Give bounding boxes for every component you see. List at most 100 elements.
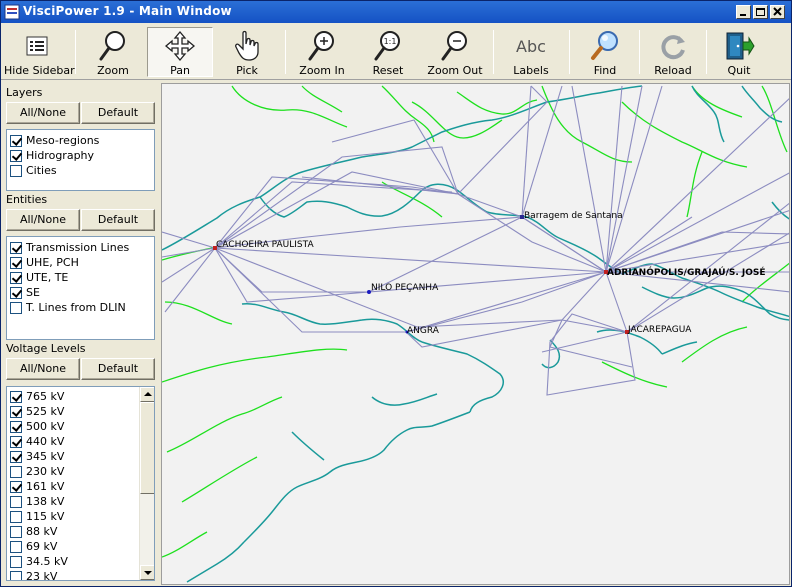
checkbox-item[interactable]: Cities bbox=[10, 163, 57, 178]
rivers-layer bbox=[162, 85, 789, 558]
checkbox-checked[interactable] bbox=[10, 134, 22, 147]
checkbox-item[interactable]: 88 kV bbox=[10, 524, 57, 539]
voltage-levels-list: 23 kV 34.5 kV 69 kV 88 kV 115 kV 138 kV 161 kV… bbox=[6, 386, 155, 581]
checkbox-unchecked[interactable] bbox=[10, 495, 22, 508]
window-title: VisciPower 1.9 - Main Window bbox=[23, 4, 232, 18]
map-label-jacarepagua[interactable]: JACAREPAGUA bbox=[627, 325, 692, 335]
pick-button[interactable]: Pick bbox=[214, 27, 280, 77]
entities-all-none-button[interactable]: All/None bbox=[6, 209, 80, 231]
checkbox-unchecked[interactable] bbox=[10, 465, 22, 478]
hide-sidebar-button[interactable]: Hide Sidebar bbox=[3, 27, 75, 77]
checkbox-item[interactable]: UTE, TE bbox=[10, 270, 68, 285]
checkbox-unchecked[interactable] bbox=[10, 164, 22, 177]
checkbox-item[interactable]: 34.5 kV bbox=[10, 554, 68, 569]
checkbox-label: UHE, PCH bbox=[26, 256, 79, 269]
svg-text:1:1: 1:1 bbox=[384, 37, 397, 46]
checkbox-item[interactable]: Transmission Lines bbox=[10, 240, 129, 255]
reload-button[interactable]: Reload bbox=[643, 27, 703, 77]
checkbox-item[interactable]: Hidrography bbox=[10, 148, 94, 163]
zoom-button[interactable]: Zoom bbox=[80, 27, 146, 77]
checkbox-unchecked[interactable] bbox=[10, 301, 22, 314]
voltage-all-none-button[interactable]: All/None bbox=[6, 358, 80, 380]
checkbox-label: 765 kV bbox=[26, 390, 65, 403]
checkbox-item[interactable]: Meso-regions bbox=[10, 133, 99, 148]
minimize-icon bbox=[740, 14, 746, 16]
checkbox-checked[interactable] bbox=[10, 435, 22, 448]
checkbox-checked[interactable] bbox=[10, 390, 22, 403]
labels-label: Labels bbox=[513, 64, 549, 77]
map-label-barragem[interactable]: Barragem de Santana bbox=[524, 211, 623, 221]
checkbox-checked[interactable] bbox=[10, 450, 22, 463]
move-arrows-icon bbox=[164, 30, 196, 62]
map-label-angra[interactable]: ANGRA bbox=[407, 326, 440, 336]
list-icon bbox=[26, 36, 48, 56]
close-icon bbox=[773, 7, 782, 16]
map-drawing[interactable]: CACHOEIRA PAULISTA Barragem de Santana A… bbox=[162, 84, 790, 585]
zoom-in-label: Zoom In bbox=[299, 64, 345, 77]
checkbox-item[interactable]: 525 kV bbox=[10, 404, 64, 419]
scroll-thumb[interactable] bbox=[140, 402, 154, 494]
checkbox-unchecked[interactable] bbox=[10, 570, 22, 580]
find-button[interactable]: Find bbox=[574, 27, 636, 77]
checkbox-item[interactable]: SE bbox=[10, 285, 40, 300]
layers-default-button[interactable]: Default bbox=[81, 102, 155, 124]
checkbox-label: 69 kV bbox=[26, 540, 58, 553]
checkbox-label: Transmission Lines bbox=[26, 241, 130, 254]
checkbox-item[interactable]: 115 kV bbox=[10, 509, 64, 524]
checkbox-item[interactable]: 69 kV bbox=[10, 539, 57, 554]
toolbar: Hide Sidebar Zoom Pan Pick Zoom In 1:1 R… bbox=[1, 24, 791, 80]
checkbox-item[interactable]: 500 kV bbox=[10, 419, 64, 434]
pan-button[interactable]: Pan bbox=[147, 27, 213, 77]
checkbox-unchecked[interactable] bbox=[10, 555, 22, 568]
checkbox-item[interactable]: UHE, PCH bbox=[10, 255, 79, 270]
scroll-down-button[interactable] bbox=[140, 565, 154, 580]
checkbox-label: Cities bbox=[26, 164, 57, 177]
entities-default-button[interactable]: Default bbox=[81, 209, 155, 231]
reset-button[interactable]: 1:1 Reset bbox=[356, 27, 420, 77]
checkbox-item[interactable]: T. Lines from DLIN bbox=[10, 300, 126, 315]
checkbox-checked[interactable] bbox=[10, 256, 22, 269]
checkbox-checked[interactable] bbox=[10, 271, 22, 284]
checkbox-checked[interactable] bbox=[10, 286, 22, 299]
scroll-up-button[interactable] bbox=[140, 387, 154, 402]
map-label-nilo-pecanha[interactable]: NILO PEÇANHA bbox=[371, 283, 439, 293]
close-button[interactable] bbox=[770, 5, 785, 19]
zoom-label: Zoom bbox=[97, 64, 129, 77]
checkbox-checked[interactable] bbox=[10, 420, 22, 433]
arrow-up-icon bbox=[144, 392, 152, 396]
checkbox-checked[interactable] bbox=[10, 405, 22, 418]
checkbox-unchecked[interactable] bbox=[10, 525, 22, 538]
labels-button[interactable]: Abc Labels bbox=[498, 27, 564, 77]
checkbox-checked[interactable] bbox=[10, 241, 22, 254]
quit-button[interactable]: Quit bbox=[710, 27, 768, 77]
zoom-out-label: Zoom Out bbox=[427, 64, 483, 77]
checkbox-item[interactable]: 230 kV bbox=[10, 464, 64, 479]
map-label-cachoeira[interactable]: CACHOEIRA PAULISTA bbox=[216, 240, 314, 250]
sidebar: Layers All/None Default Cities Hidrograph… bbox=[1, 81, 158, 586]
checkbox-item[interactable]: 23 kV bbox=[10, 569, 57, 580]
minimize-button[interactable] bbox=[736, 5, 751, 19]
checkbox-item[interactable]: 765 kV bbox=[10, 389, 64, 404]
zoom-in-button[interactable]: Zoom In bbox=[290, 27, 354, 77]
checkbox-item[interactable]: 345 kV bbox=[10, 449, 64, 464]
voltage-list-scrollbar[interactable] bbox=[139, 387, 154, 580]
layers-all-none-button[interactable]: All/None bbox=[6, 102, 80, 124]
voltage-default-button[interactable]: Default bbox=[81, 358, 155, 380]
checkbox-item[interactable]: 138 kV bbox=[10, 494, 64, 509]
checkbox-item[interactable]: 440 kV bbox=[10, 434, 64, 449]
map-canvas[interactable]: CACHOEIRA PAULISTA Barragem de Santana A… bbox=[161, 83, 790, 585]
zoom-reset-icon: 1:1 bbox=[374, 31, 400, 61]
checkbox-checked[interactable] bbox=[10, 480, 22, 493]
zoom-out-button[interactable]: Zoom Out bbox=[422, 27, 488, 77]
checkbox-unchecked[interactable] bbox=[10, 540, 22, 553]
checkbox-item[interactable]: 161 kV bbox=[10, 479, 64, 494]
svg-text:Abc: Abc bbox=[516, 37, 546, 56]
map-label-adrianopolis[interactable]: ADRIANÓPOLIS/GRAJAÚ/S. JOSÉ bbox=[607, 266, 766, 278]
checkbox-checked[interactable] bbox=[10, 149, 22, 162]
title-bar[interactable]: VisciPower 1.9 - Main Window bbox=[1, 1, 791, 23]
reload-label: Reload bbox=[654, 64, 692, 77]
toolbar-separator bbox=[569, 30, 570, 74]
checkbox-label: T. Lines from DLIN bbox=[26, 301, 126, 314]
checkbox-unchecked[interactable] bbox=[10, 510, 22, 523]
maximize-button[interactable] bbox=[753, 5, 768, 19]
